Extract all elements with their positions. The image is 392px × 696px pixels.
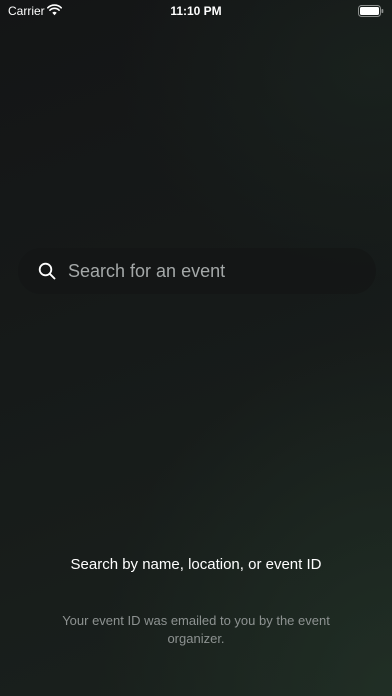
status-bar: Carrier 11:10 PM <box>0 0 392 22</box>
search-screen: Carrier 11:10 PM Search by name, locatio… <box>0 0 392 696</box>
clock: 11:10 PM <box>170 4 222 18</box>
hint-title: Search by name, location, or event ID <box>70 556 322 573</box>
battery-icon <box>358 5 384 17</box>
search-input[interactable] <box>68 248 358 294</box>
hint-subtitle: Your event ID was emailed to you by the … <box>62 613 330 646</box>
search-icon <box>38 262 56 280</box>
search-bar[interactable] <box>18 248 376 294</box>
